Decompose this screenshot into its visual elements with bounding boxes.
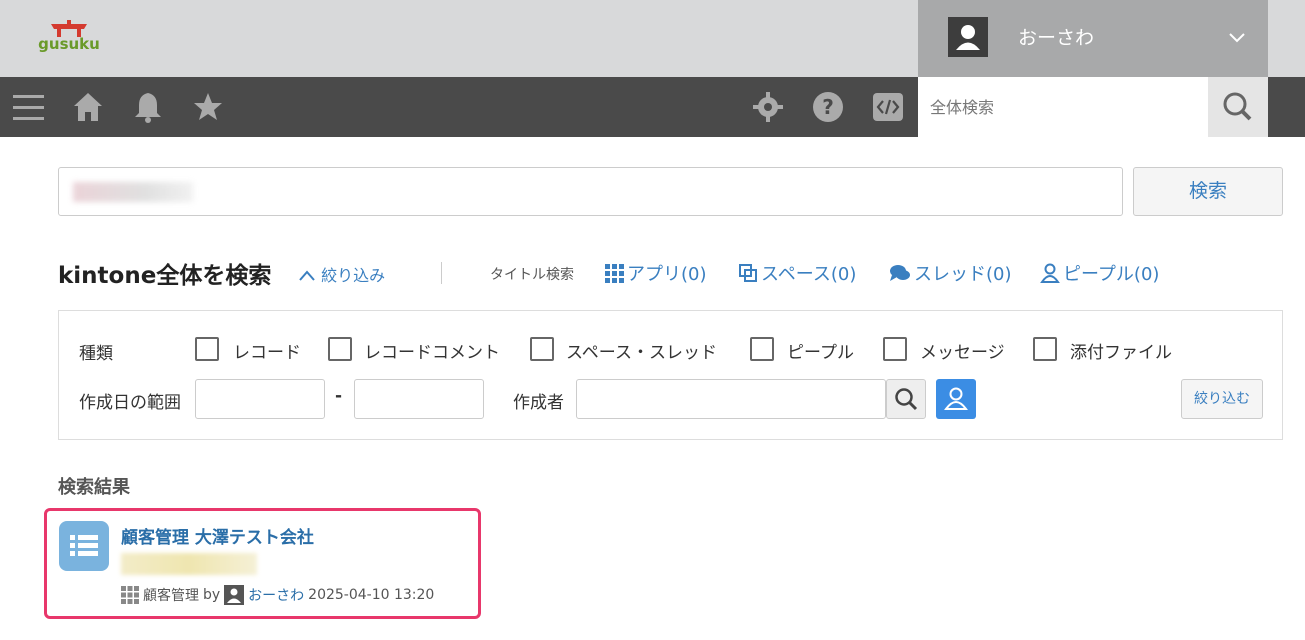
result-item[interactable]: 顧客管理 大澤テスト会社 顧客管理 by おーさわ 2025-04-10 13:…	[44, 508, 481, 619]
top-bar: gusuku おーさわ	[0, 0, 1305, 77]
creator-label: 作成者	[513, 393, 564, 413]
date-separator: -	[335, 386, 343, 406]
type-link-space-label: スペース(0)	[761, 264, 857, 285]
app-list-icon	[59, 521, 109, 571]
kind-record-comment-label: レコードコメント	[364, 343, 500, 363]
code-icon[interactable]	[871, 90, 905, 124]
bell-icon[interactable]	[131, 90, 165, 124]
user-menu[interactable]: おーさわ	[918, 0, 1268, 77]
result-by: by	[203, 587, 221, 603]
search-icon	[895, 388, 918, 411]
result-app-name: 顧客管理	[143, 588, 199, 604]
checkbox-space-thread[interactable]	[530, 337, 554, 361]
help-icon[interactable]: ?	[811, 90, 845, 124]
date-range-label: 作成日の範囲	[79, 393, 181, 413]
space-icon	[739, 264, 757, 282]
type-link-people[interactable]: ピープル(0)	[1040, 260, 1159, 286]
global-search-input[interactable]	[918, 77, 1208, 137]
menu-icon[interactable]	[12, 90, 46, 124]
user-picker-button[interactable]	[936, 379, 976, 419]
chevron-down-icon[interactable]	[1226, 26, 1248, 48]
search-input[interactable]	[58, 167, 1123, 216]
page-title: kintone全体を検索	[58, 263, 272, 289]
app-grid-icon	[605, 264, 624, 283]
result-datetime: 2025-04-10 13:20	[308, 587, 435, 603]
type-link-people-label: ピープル(0)	[1063, 264, 1160, 285]
kind-message-label: メッセージ	[920, 343, 1005, 363]
date-from-field[interactable]	[195, 379, 325, 419]
type-link-app-label: アプリ(0)	[627, 264, 707, 285]
result-author-link[interactable]: おーさわ	[248, 585, 304, 605]
type-link-app[interactable]: アプリ(0)	[604, 260, 707, 286]
app-grid-icon	[121, 586, 139, 604]
result-snippet-redacted	[121, 553, 257, 575]
kind-people-label: ピープル	[787, 343, 854, 363]
author-avatar-icon	[224, 585, 245, 605]
gear-icon[interactable]	[751, 90, 785, 124]
checkbox-record[interactable]	[195, 337, 219, 361]
nav-bar: ?	[0, 77, 1305, 137]
creator-search-button[interactable]	[886, 379, 926, 419]
title-search-label: タイトル検索	[490, 267, 574, 283]
kind-record-label: レコード	[233, 343, 301, 363]
svg-text:gusuku: gusuku	[38, 35, 100, 53]
filter-toggle[interactable]: 絞り込み	[298, 262, 385, 286]
people-icon	[1040, 263, 1060, 283]
type-link-thread[interactable]: スレッド(0)	[889, 260, 1012, 286]
narrow-button[interactable]: 絞り込む	[1181, 379, 1263, 419]
avatar	[948, 17, 988, 57]
date-to-field[interactable]	[354, 379, 484, 419]
user-name: おーさわ	[1018, 27, 1095, 49]
svg-text:?: ?	[822, 95, 834, 119]
result-title-link[interactable]: 顧客管理 大澤テスト会社	[121, 523, 314, 548]
divider	[441, 262, 442, 284]
type-link-thread-label: スレッド(0)	[914, 264, 1012, 285]
person-icon	[944, 387, 968, 410]
chevron-up-icon	[299, 270, 315, 281]
home-icon[interactable]	[71, 90, 105, 124]
checkbox-attachment[interactable]	[1033, 337, 1057, 361]
kind-attachment-label: 添付ファイル	[1070, 343, 1172, 363]
creator-field[interactable]	[576, 379, 886, 419]
search-query-redacted	[73, 182, 193, 202]
global-search-button[interactable]	[1208, 77, 1268, 137]
gusuku-logo[interactable]: gusuku	[37, 20, 101, 54]
filter-panel: 種類 レコード レコードコメント スペース・スレッド ピープル メッセージ 添付…	[58, 310, 1283, 440]
results-title: 検索結果	[58, 477, 130, 498]
result-meta: 顧客管理 by おーさわ 2025-04-10 13:20	[121, 585, 434, 605]
checkbox-message[interactable]	[883, 337, 907, 361]
thread-icon	[890, 265, 910, 281]
checkbox-record-comment[interactable]	[328, 337, 352, 361]
filter-toggle-label: 絞り込み	[321, 266, 386, 285]
search-button[interactable]: 検索	[1133, 167, 1283, 216]
star-icon[interactable]	[191, 90, 225, 124]
type-link-space[interactable]: スペース(0)	[738, 260, 856, 286]
kind-space-thread-label: スペース・スレッド	[566, 343, 717, 363]
kind-label: 種類	[79, 344, 113, 364]
checkbox-people[interactable]	[750, 337, 774, 361]
